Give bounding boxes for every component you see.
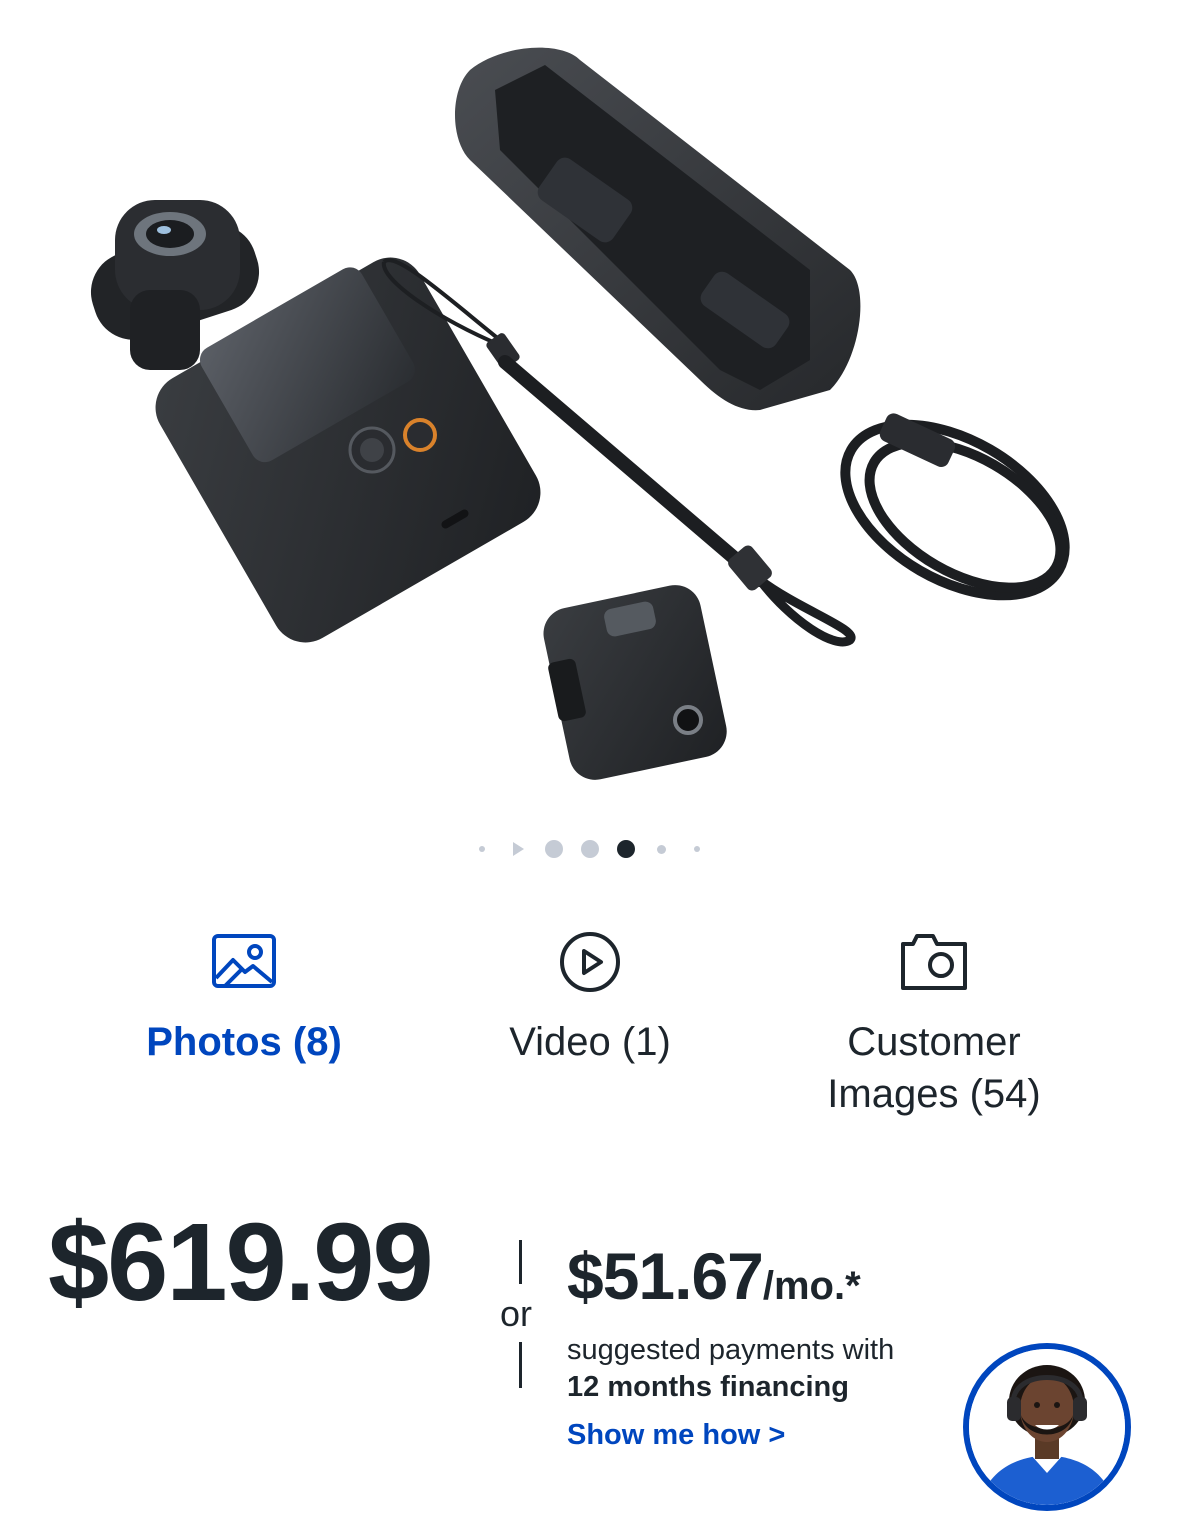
carousel-dot[interactable] <box>581 840 599 858</box>
image-icon <box>212 934 276 988</box>
monthly-payment: $51.67/mo.* <box>567 1236 861 1335</box>
tab-photos[interactable]: Photos (8) <box>94 930 394 1068</box>
mount-adapter <box>543 585 727 780</box>
play-circle-icon <box>560 932 620 992</box>
carousel-prev-arrow-icon[interactable] <box>513 842 524 856</box>
product-price: $619.99 <box>48 1201 434 1324</box>
monthly-suffix: /mo.* <box>762 1264 861 1308</box>
carousel-dot[interactable] <box>657 845 666 854</box>
carousel-dot[interactable] <box>545 840 563 858</box>
product-image[interactable] <box>0 0 1179 820</box>
tab-video[interactable]: Video (1) <box>440 930 740 1068</box>
tab-customer-images[interactable]: Customer Images (54) <box>784 930 1084 1120</box>
tab-video-label: Video (1) <box>509 1020 671 1064</box>
financing-term: 12 months financing <box>567 1371 849 1403</box>
carousel-dot[interactable] <box>694 846 700 852</box>
agent-avatar-icon <box>969 1349 1125 1505</box>
financing-description: suggested payments with <box>567 1334 895 1366</box>
tab-photos-label: Photos (8) <box>146 1020 342 1064</box>
carousel-dot-active[interactable] <box>617 840 635 858</box>
chat-agent-avatar[interactable] <box>963 1343 1131 1511</box>
product-page: Photos (8) Video (1) Customer Images (54… <box>0 0 1179 1534</box>
carousel-dot[interactable] <box>479 846 485 852</box>
or-divider-bottom <box>519 1342 522 1388</box>
show-me-how-link[interactable]: Show me how > <box>567 1416 785 1454</box>
monthly-amount: $51.67 <box>567 1239 764 1313</box>
carousel-dots <box>0 835 1179 863</box>
tab-customer-images-label: Customer Images (54) <box>827 1020 1041 1116</box>
camera-icon <box>901 934 967 990</box>
usb-c-cable <box>840 413 1070 601</box>
or-label: or <box>500 1293 533 1334</box>
or-divider-top <box>519 1240 522 1284</box>
